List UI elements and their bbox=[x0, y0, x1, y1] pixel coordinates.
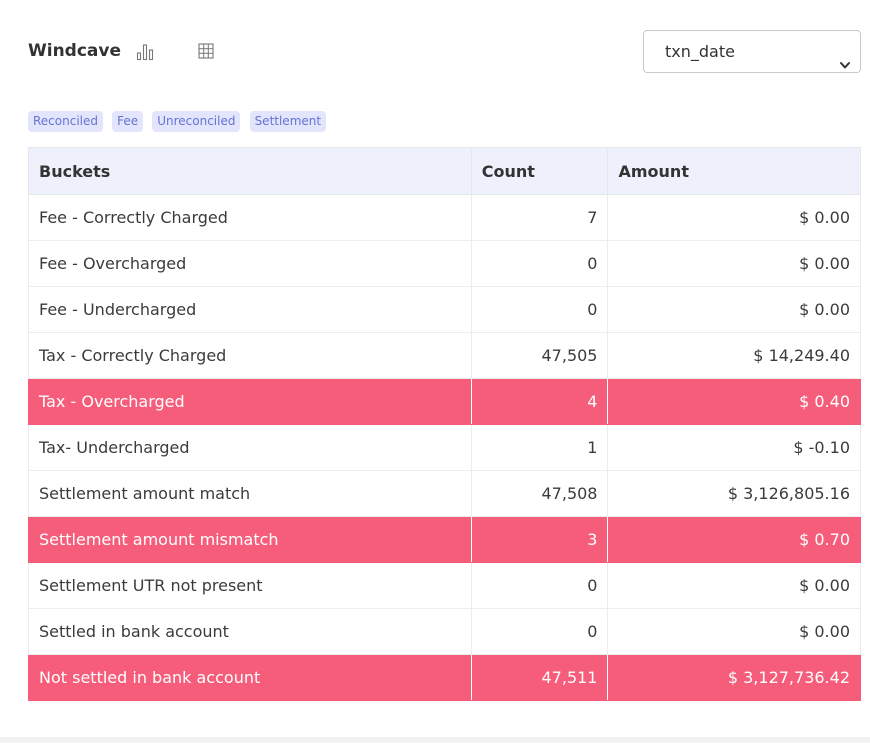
bar-chart-icon[interactable] bbox=[136, 43, 154, 61]
count-cell: 1 bbox=[470, 424, 609, 471]
table-row[interactable]: Settlement amount mismatch 3 $ 0.70 bbox=[28, 516, 861, 563]
amount-cell: $ 0.00 bbox=[607, 240, 861, 287]
count-cell: 0 bbox=[470, 240, 609, 287]
count-cell: 0 bbox=[470, 562, 609, 609]
table-row[interactable]: Fee - Undercharged 0 $ 0.00 bbox=[28, 286, 861, 333]
table-row[interactable]: Settlement amount match 47,508 $ 3,126,805… bbox=[28, 470, 861, 517]
reconciliation-table: Buckets Count Amount Fee - Correctly Cha… bbox=[28, 147, 861, 701]
table-row[interactable]: Fee - Correctly Charged 7 $ 0.00 bbox=[28, 194, 861, 241]
amount-cell: $ 0.00 bbox=[607, 286, 861, 333]
filter-tags: Reconciled Fee Unreconciled Settlement bbox=[28, 110, 330, 132]
table-row[interactable]: Tax - Overcharged 4 $ 0.40 bbox=[28, 378, 861, 425]
table-row[interactable]: Settled in bank account 0 $ 0.00 bbox=[28, 608, 861, 655]
count-cell: 0 bbox=[470, 608, 609, 655]
bucket-cell: Fee - Undercharged bbox=[28, 286, 472, 333]
table-header-row: Buckets Count Amount bbox=[28, 147, 861, 195]
table-row[interactable]: Settlement UTR not present 0 $ 0.00 bbox=[28, 562, 861, 609]
amount-cell: $ 0.70 bbox=[607, 516, 861, 563]
bucket-cell: Settlement UTR not present bbox=[28, 562, 472, 609]
tag-reconciled[interactable]: Reconciled bbox=[28, 111, 103, 132]
table-row[interactable]: Not settled in bank account 47,511 $ 3,127… bbox=[28, 654, 861, 701]
tag-fee[interactable]: Fee bbox=[112, 111, 144, 132]
bucket-cell: Tax - Correctly Charged bbox=[28, 332, 472, 379]
count-cell: 0 bbox=[470, 286, 609, 333]
count-cell: 7 bbox=[470, 194, 609, 241]
tag-unreconciled[interactable]: Unreconciled bbox=[152, 111, 241, 132]
count-cell: 4 bbox=[470, 378, 609, 425]
table-row[interactable]: Fee - Overcharged 0 $ 0.00 bbox=[28, 240, 861, 287]
footer-divider bbox=[0, 737, 870, 743]
count-cell: 47,508 bbox=[470, 470, 609, 517]
count-cell: 47,505 bbox=[470, 332, 609, 379]
tag-settlement[interactable]: Settlement bbox=[249, 111, 327, 132]
count-cell: 3 bbox=[470, 516, 609, 563]
select-value: txn_date bbox=[665, 42, 735, 61]
amount-cell: $ 3,127,736.42 bbox=[607, 654, 861, 701]
bucket-cell: Settlement amount mismatch bbox=[28, 516, 472, 563]
chevron-down-icon bbox=[839, 45, 851, 69]
bucket-cell: Fee - Correctly Charged bbox=[28, 194, 472, 241]
count-cell: 47,511 bbox=[470, 654, 609, 701]
table-row[interactable]: Tax - Correctly Charged 47,505 $ 14,249.40 bbox=[28, 332, 861, 379]
amount-cell: $ 0.00 bbox=[607, 562, 861, 609]
report-header: Windcave txn_date bbox=[28, 30, 861, 75]
bucket-cell: Tax- Undercharged bbox=[28, 424, 472, 471]
column-header-count[interactable]: Count bbox=[470, 147, 609, 195]
page-title: Windcave bbox=[28, 41, 122, 61]
date-field-select[interactable]: txn_date bbox=[643, 30, 861, 73]
bucket-cell: Fee - Overcharged bbox=[28, 240, 472, 287]
amount-cell: $ 3,126,805.16 bbox=[607, 470, 861, 517]
amount-cell: $ 0.00 bbox=[607, 608, 861, 655]
bucket-cell: Settlement amount match bbox=[28, 470, 472, 517]
amount-cell: $ -0.10 bbox=[607, 424, 861, 471]
bucket-cell: Settled in bank account bbox=[28, 608, 472, 655]
bucket-cell: Tax - Overcharged bbox=[28, 378, 472, 425]
table-row[interactable]: Tax- Undercharged 1 $ -0.10 bbox=[28, 424, 861, 471]
column-header-amount[interactable]: Amount bbox=[607, 147, 861, 195]
amount-cell: $ 14,249.40 bbox=[607, 332, 861, 379]
bucket-cell: Not settled in bank account bbox=[28, 654, 472, 701]
column-header-buckets[interactable]: Buckets bbox=[28, 147, 472, 195]
amount-cell: $ 0.00 bbox=[607, 194, 861, 241]
table-grid-icon[interactable] bbox=[198, 43, 216, 61]
amount-cell: $ 0.40 bbox=[607, 378, 861, 425]
